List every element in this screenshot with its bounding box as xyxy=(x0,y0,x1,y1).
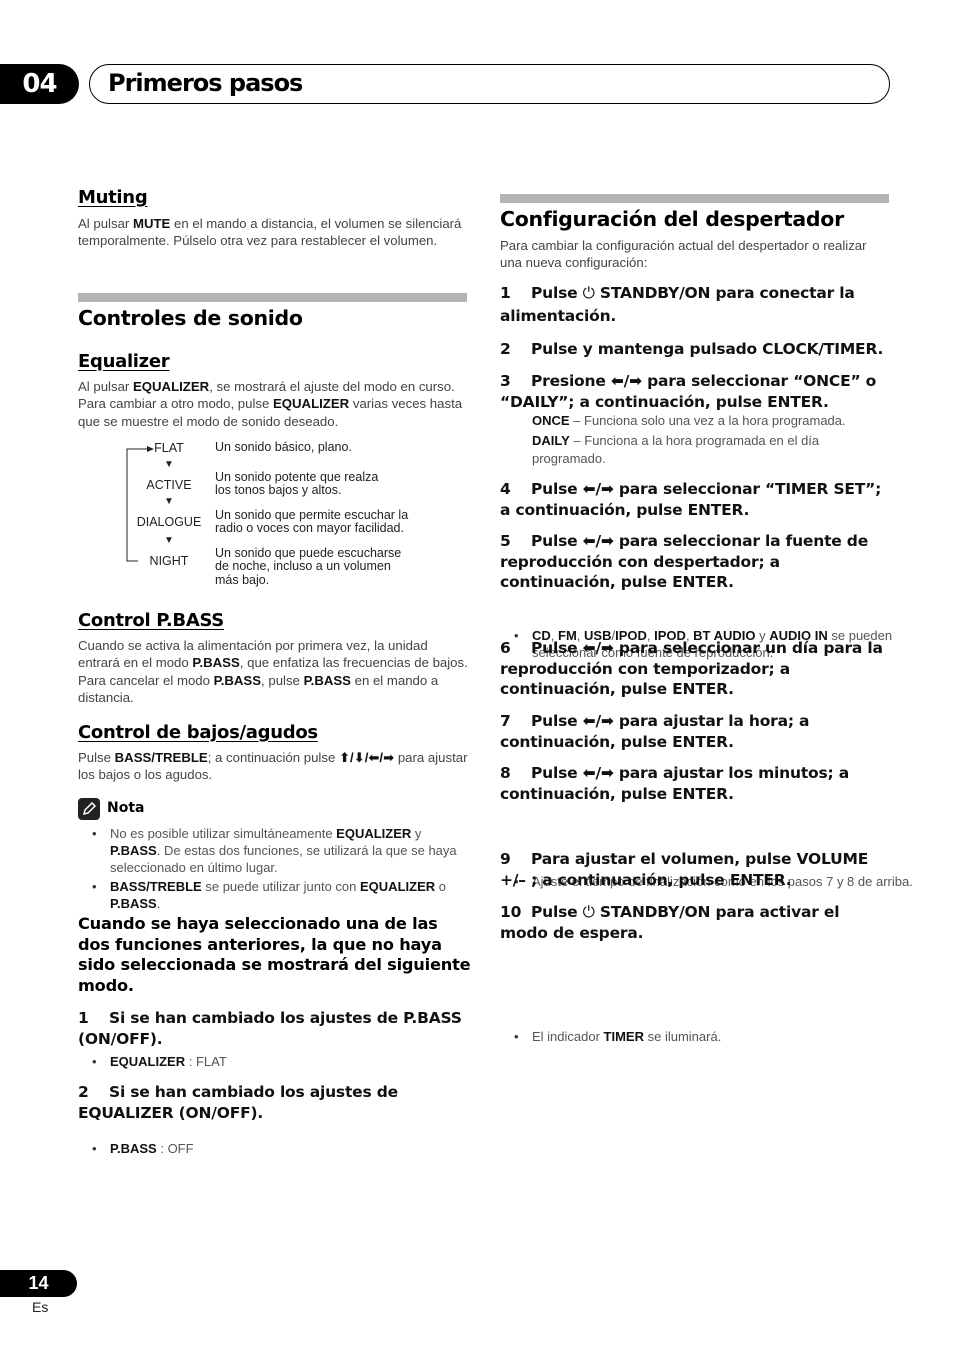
alarm-step-10: 10 Pulse ⏻ STANDBY/ON para activar el mod… xyxy=(500,903,840,942)
alarm-step-2: 2 Pulse y mantenga pulsado CLOCK/TIMER. xyxy=(500,340,884,358)
note-list: No es posible utilizar simultáneamente E… xyxy=(78,825,468,912)
note-bullet: No es posible utilizar simultáneamente E… xyxy=(78,825,468,876)
alarm-step-4: 4 Pulse ⬅/➡ para seleccionar “TIMER SET”;… xyxy=(500,480,882,519)
left-right-arrows-icon: ⬅/➡ xyxy=(582,532,614,550)
alarm-step-9: 9 Para ajustar el volumen, pulse VOLUME +… xyxy=(500,850,869,889)
left-right-arrows-icon: ⬅/➡ xyxy=(582,480,614,498)
eq-mode-flat: FLAT xyxy=(154,441,184,455)
pbass-text: Cuando se activa la alimentación por pri… xyxy=(78,638,468,705)
left-step-2-bullet: P.BASS : OFF xyxy=(78,1140,500,1157)
left-right-arrows-icon: ⬅/➡ xyxy=(582,764,614,782)
power-icon: ⏻ xyxy=(582,284,595,302)
power-icon: ⏻ xyxy=(582,903,595,921)
section-title-alarm-config: Configuración del despertador xyxy=(500,207,844,231)
alarm-step-1: 1 Pulse ⏻ STANDBY/ON para conectar la ali… xyxy=(500,284,855,325)
once-description: ONCE – Funciona solo una vez a la hora p… xyxy=(532,413,846,428)
page-number-tab: 14 xyxy=(0,1270,77,1297)
bass-treble-heading: Control de bajos/agudos xyxy=(78,722,318,743)
muting-heading: Muting xyxy=(78,187,148,208)
language-code: Es xyxy=(32,1299,49,1315)
equalizer-heading: Equalizer xyxy=(78,351,170,372)
eq-desc-dialogue: Un sonido que permite escuchar la radio … xyxy=(215,508,409,536)
alarm-step-6: 6 Pulse ⬅/➡ para seleccionar un día para … xyxy=(500,639,883,698)
chapter-title: Primeros pasos xyxy=(108,69,303,97)
pencil-icon xyxy=(78,798,100,820)
eq-mode-dialogue: DIALOGUE xyxy=(136,515,202,529)
pbass-heading: Control P.BASS xyxy=(78,610,224,631)
arrow-keys-icon: ⬆/⬇/⬅/➡ xyxy=(338,750,395,765)
down-arrow-icon: ▼ xyxy=(164,535,174,546)
eq-desc-flat: Un sonido básico, plano. xyxy=(215,440,352,454)
eq-desc-night: Un sonido que puede escucharse de noche,… xyxy=(215,546,402,587)
equalizer-text: Al pulsar EQUALIZER, se mostrará el ajus… xyxy=(78,379,463,429)
alarm-step-5: 5 Pulse ⬅/➡ para seleccionar la fuente de… xyxy=(500,532,869,591)
down-arrow-icon: ▼ xyxy=(164,459,174,470)
note-title: Nota xyxy=(107,800,145,816)
section-divider-bar xyxy=(78,293,467,302)
alarm-intro: Para cambiar la configuración actual del… xyxy=(500,238,867,271)
bold-paragraph: Cuando se haya seleccionado una de las d… xyxy=(78,914,471,995)
chapter-number: 04 xyxy=(22,69,57,99)
down-arrow-icon: ▼ xyxy=(164,496,174,507)
bass-treble-text: Pulse BASS/TREBLE; a continuación pulse … xyxy=(78,750,468,783)
section-title-sound-controls: Controles de sonido xyxy=(78,306,303,330)
left-step-1: 1 Si se han cambiado los ajustes de P.BAS… xyxy=(78,1009,462,1048)
timer-bullet: El indicador TIMER se iluminará. xyxy=(500,1028,922,1045)
eq-mode-night: NIGHT xyxy=(149,554,189,568)
note-bullet: BASS/TREBLE se puede utilizar junto con … xyxy=(78,878,468,912)
left-step-1-bullet: EQUALIZER : FLAT xyxy=(78,1053,500,1070)
alarm-step-7: 7 Pulse ⬅/➡ para ajustar la hora; a conti… xyxy=(500,712,810,751)
chapter-number-tab: 04 xyxy=(0,64,79,104)
page-number: 14 xyxy=(28,1273,49,1293)
left-right-arrows-icon: ⬅/➡ xyxy=(582,639,614,657)
muting-text: Al pulsar MUTE en el mando a distancia, … xyxy=(78,216,462,249)
alarm-step-8: 8 Pulse ⬅/➡ para ajustar los minutos; a c… xyxy=(500,764,849,803)
left-step-2: 2 Si se han cambiado los ajustes de EQUAL… xyxy=(78,1083,398,1122)
left-right-arrows-icon: ⬅/➡ xyxy=(610,372,642,390)
section-divider-bar xyxy=(500,194,889,203)
eq-mode-active: ACTIVE xyxy=(146,478,192,492)
alarm-step-3: 3 Presione ⬅/➡ para seleccionar “ONCE” o … xyxy=(500,372,877,411)
eq-desc-active: Un sonido potente que realza los tonos b… xyxy=(215,470,379,498)
left-right-arrows-icon: ⬅/➡ xyxy=(582,712,614,730)
daily-description: DAILY – Funciona a la hora programada en… xyxy=(532,433,820,466)
